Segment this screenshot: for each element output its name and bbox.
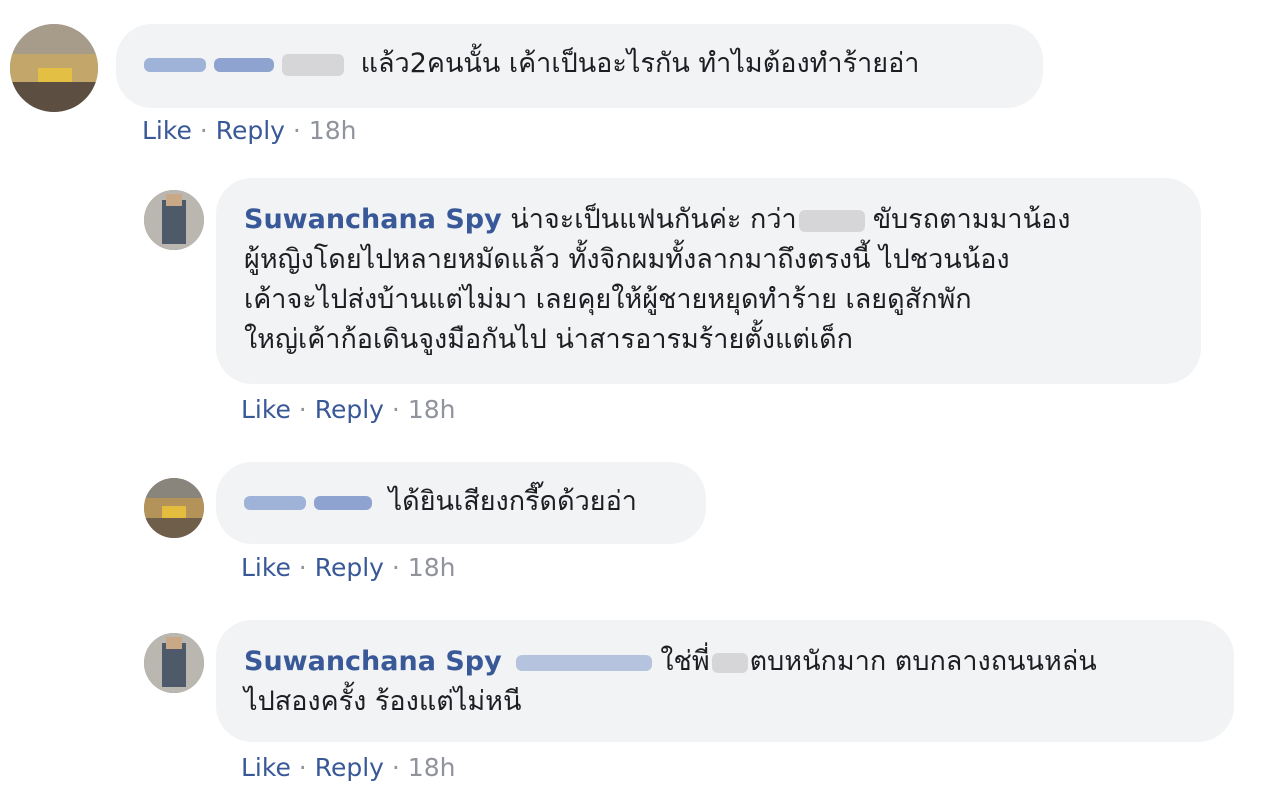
- avatar[interactable]: [144, 478, 204, 538]
- comment-text: ตบหนักมาก ตบกลางถนนหล่น: [749, 646, 1097, 677]
- tagged-name-blurred[interactable]: [510, 646, 660, 677]
- separator-dot: ·: [292, 116, 301, 145]
- comment-bubble: Suwanchana Spy น่าจะเป็นแฟนกันค่ะ กว่า ขั…: [216, 178, 1201, 384]
- avatar[interactable]: [144, 633, 204, 693]
- author-name-blurred[interactable]: [144, 48, 361, 79]
- comment-actions: Like · Reply · 18h: [142, 116, 356, 146]
- separator-dot: ·: [298, 395, 307, 424]
- comment-text: ใช่พี่: [660, 646, 710, 677]
- timestamp[interactable]: 18h: [309, 116, 357, 145]
- timestamp[interactable]: 18h: [408, 753, 456, 782]
- comment-text: ขับรถตามมาน้อง: [872, 204, 1071, 235]
- reply-link[interactable]: Reply: [315, 395, 384, 424]
- separator-dot: ·: [298, 553, 307, 582]
- comment-text: เค้าจะไปส่งบ้านแต่ไม่มา เลยคุยให้ผู้ชายห…: [244, 284, 972, 315]
- comment-bubble: Suwanchana Spy ใช่พี่ ตบหนักมาก ตบกลางถนน…: [216, 620, 1234, 742]
- like-link[interactable]: Like: [142, 116, 192, 145]
- timestamp[interactable]: 18h: [408, 395, 456, 424]
- reply-link[interactable]: Reply: [315, 553, 384, 582]
- separator-dot: ·: [298, 753, 307, 782]
- separator-dot: ·: [391, 753, 400, 782]
- comment-text: แล้ว2คนนั้น เค้าเป็นอะไรกัน ทำไมต้องทำร้…: [360, 48, 920, 79]
- avatar[interactable]: [10, 24, 98, 112]
- comment-text: ได้ยินเสียงกรี๊ดด้วยอ่า: [388, 486, 637, 517]
- timestamp[interactable]: 18h: [408, 553, 456, 582]
- comment-actions: Like · Reply · 18h: [241, 395, 455, 425]
- reply-link[interactable]: Reply: [315, 753, 384, 782]
- comment-text: ผู้หญิงโดยไปหลายหมัดแล้ว ทั้งจิกผมทั้งลา…: [244, 244, 1010, 275]
- like-link[interactable]: Like: [241, 753, 291, 782]
- comment-text: ใหญ่เค้าก้อเดินจูงมือกันไป น่าสารอารมร้า…: [244, 324, 854, 355]
- comment-bubble: ได้ยินเสียงกรี๊ดด้วยอ่า: [216, 462, 706, 544]
- reply-link[interactable]: Reply: [216, 116, 285, 145]
- author-name-blurred[interactable]: [244, 486, 389, 517]
- like-link[interactable]: Like: [241, 553, 291, 582]
- comment-text: ไปสองครั้ง ร้องแต่ไม่หนี: [244, 686, 522, 717]
- author-name[interactable]: Suwanchana Spy: [244, 646, 502, 677]
- separator-dot: ·: [391, 395, 400, 424]
- separator-dot: ·: [391, 553, 400, 582]
- separator-dot: ·: [199, 116, 208, 145]
- comment-actions: Like · Reply · 18h: [241, 753, 455, 783]
- comment-actions: Like · Reply · 18h: [241, 553, 455, 583]
- like-link[interactable]: Like: [241, 395, 291, 424]
- comment-text: น่าจะเป็นแฟนกันค่ะ กว่า: [510, 204, 797, 235]
- author-name[interactable]: Suwanchana Spy: [244, 204, 502, 235]
- avatar[interactable]: [144, 190, 204, 250]
- comment-bubble: แล้ว2คนนั้น เค้าเป็นอะไรกัน ทำไมต้องทำร้…: [116, 24, 1043, 108]
